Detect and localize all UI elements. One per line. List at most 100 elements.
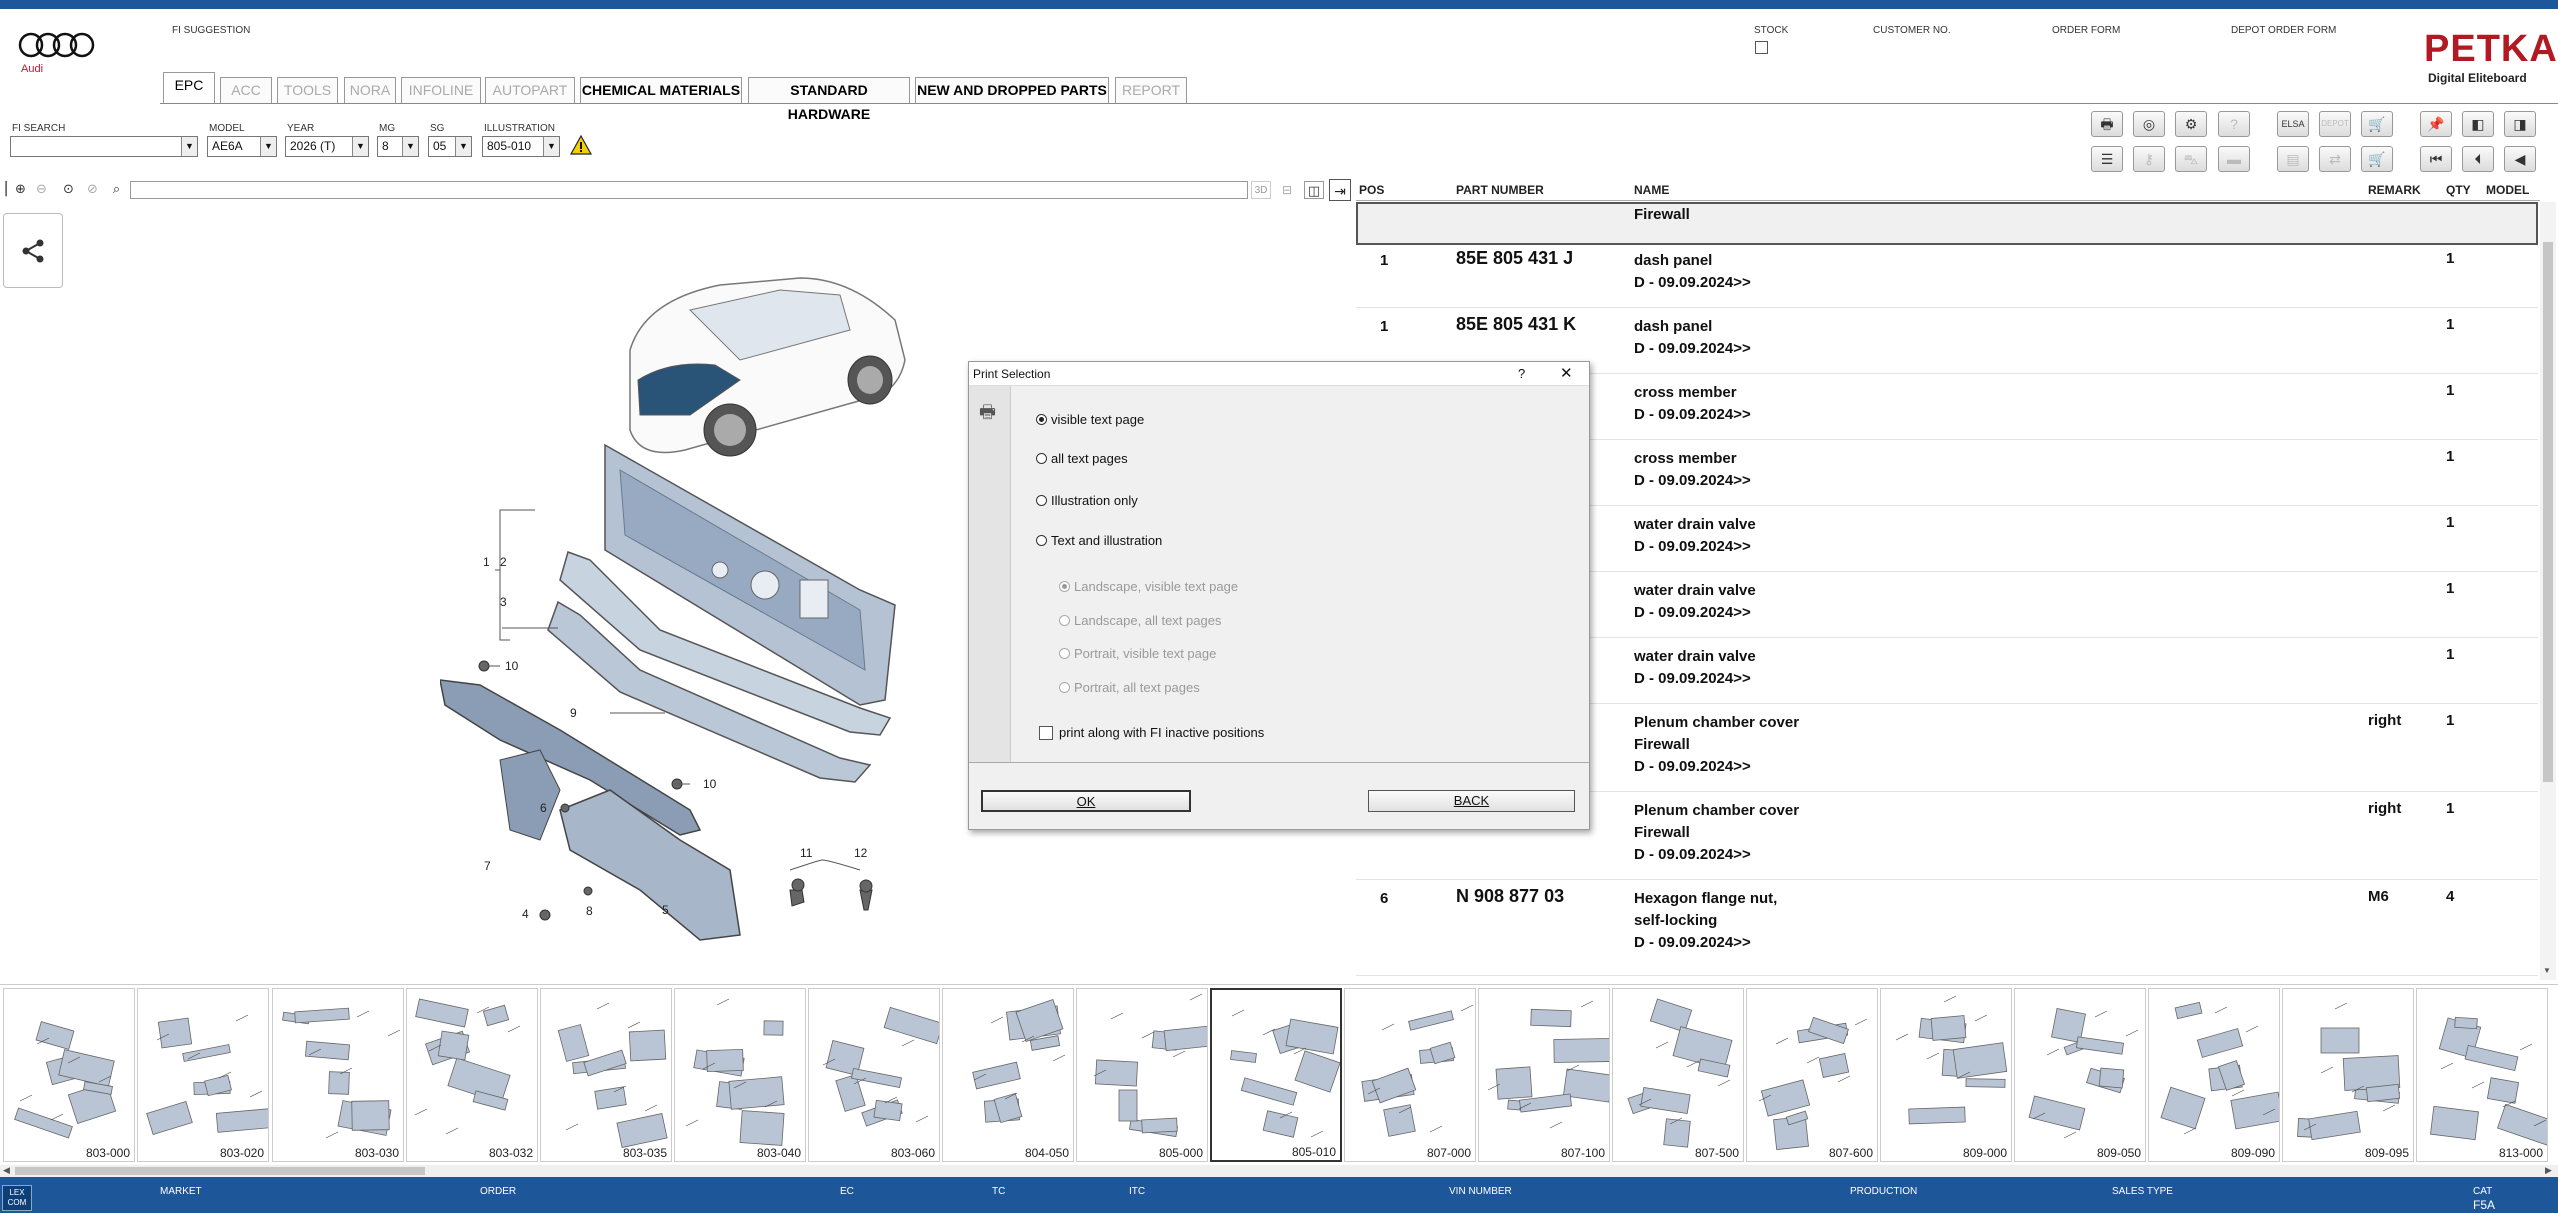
tab-tools[interactable]: TOOLS	[277, 77, 338, 103]
parts-illustration[interactable]: 1 2 3 10 9 10 6 7 8 4 5 11 12	[439, 230, 920, 950]
elsa-icon[interactable]: ELSA	[2277, 111, 2309, 137]
previous-icon[interactable]: ◀	[2504, 146, 2536, 172]
thumbnail-803-035[interactable]: 803-035	[540, 988, 672, 1162]
thumbnail-813-000[interactable]: 813-000	[2416, 988, 2548, 1162]
cart-add-icon[interactable]: 🛒	[2361, 146, 2393, 172]
thumbnail-807-000[interactable]: 807-000	[1344, 988, 1476, 1162]
depot-icon[interactable]: DEPOT	[2319, 111, 2351, 137]
sg-select[interactable]: 05 ▼	[428, 136, 472, 157]
car-icon[interactable]: ⛍	[2175, 146, 2207, 172]
help-icon[interactable]: ?	[1518, 366, 1525, 381]
thumbnail-807-600[interactable]: 807-600	[1746, 988, 1878, 1162]
stock-checkbox[interactable]	[1755, 41, 1768, 54]
radio	[1059, 648, 1070, 659]
tab-standard-hardware[interactable]: STANDARD HARDWARE	[748, 77, 910, 122]
thumbnail-809-095[interactable]: 809-095	[2282, 988, 2414, 1162]
fi-inactive-checkbox[interactable]	[1039, 726, 1053, 740]
thumbnail-804-050[interactable]: 804-050	[942, 988, 1074, 1162]
table-row[interactable]: 1 85E 805 431 J dash panel D - 09.09.2024…	[1356, 242, 2538, 308]
thumbnail-803-000[interactable]: 803-000	[3, 988, 135, 1162]
illustration-select[interactable]: 805-010 ▼	[482, 136, 560, 157]
tab-chemical-materials[interactable]: CHEMICAL MATERIALS	[580, 77, 742, 103]
thumbnail-807-500[interactable]: 807-500	[1612, 988, 1744, 1162]
group-title-row[interactable]: Firewall	[1356, 202, 2538, 245]
thumbnail-scrollbar-thumb[interactable]	[15, 1167, 425, 1175]
tab-report[interactable]: REPORT	[1115, 77, 1187, 103]
col-model: MODEL	[2486, 183, 2530, 197]
cart-icon[interactable]: 🛒	[2361, 111, 2393, 137]
key-icon[interactable]: ⚷	[2133, 146, 2165, 172]
minus-icon[interactable]: ▬	[2218, 146, 2250, 172]
ok-button[interactable]: OK	[981, 790, 1191, 812]
tab-acc[interactable]: ACC	[220, 77, 272, 103]
doc-compare-icon[interactable]: ▤	[2277, 146, 2309, 172]
fi-inactive-checkbox-row[interactable]: print along with FI inactive positions	[1039, 725, 1264, 740]
thumbnail-803-032[interactable]: 803-032	[406, 988, 538, 1162]
zoom-reset-icon[interactable]: ⊘	[84, 179, 101, 199]
option-landscape-visible[interactable]: Landscape, visible text page	[1059, 579, 1238, 594]
thumbnail-809-090[interactable]: 809-090	[2148, 988, 2280, 1162]
first-page-icon[interactable]: ⏮	[2420, 146, 2452, 172]
option-illustration-only[interactable]: Illustration only	[1036, 493, 1138, 508]
model-select[interactable]: AE6A ▼	[207, 136, 277, 157]
search-part-icon[interactable]: ◎	[2133, 111, 2165, 137]
option-text-and-illustration[interactable]: Text and illustration	[1036, 533, 1162, 548]
dual-pane-icon[interactable]: ◫	[1304, 181, 1324, 199]
previous-page-icon[interactable]: ⏴	[2462, 146, 2494, 172]
thumbnail-809-050[interactable]: 809-050	[2014, 988, 2146, 1162]
transfer-icon[interactable]: ⇄	[2319, 146, 2351, 172]
table-scrollbar[interactable]: ▼	[2540, 202, 2556, 980]
thumbnail-805-000[interactable]: 805-000	[1076, 988, 1208, 1162]
chevron-down-icon: ▼	[543, 137, 559, 156]
search-icon[interactable]: ⌕	[108, 179, 125, 199]
thumbnail-label: 807-100	[1560, 1146, 1605, 1160]
thumbnail-807-100[interactable]: 807-100	[1478, 988, 1610, 1162]
zoom-fit-icon[interactable]: ⊙	[60, 179, 77, 199]
list-view-icon[interactable]: ☰	[2091, 146, 2123, 172]
scroll-left-icon[interactable]: ◀	[3, 1165, 10, 1176]
thumbnail-805-010[interactable]: 805-010	[1210, 988, 1342, 1162]
warning-icon[interactable]	[569, 134, 593, 161]
tab-autopart[interactable]: AUTOPART	[485, 77, 575, 103]
thumbnail-803-060[interactable]: 803-060	[808, 988, 940, 1162]
scroll-down-icon[interactable]: ▼	[2543, 966, 2551, 975]
vehicle-data-icon[interactable]: ⚙	[2175, 111, 2207, 137]
thumbnail-803-040[interactable]: 803-040	[674, 988, 806, 1162]
thumbnail-label: 809-000	[1962, 1146, 2007, 1160]
option-portrait-all[interactable]: Portrait, all text pages	[1059, 680, 1200, 695]
close-icon[interactable]: ✕	[1560, 364, 1573, 382]
pin-icon[interactable]: 📌	[2420, 111, 2452, 137]
share-button[interactable]	[3, 213, 63, 288]
scroll-right-icon[interactable]: ▶	[2545, 1165, 2552, 1176]
table-row[interactable]: 6 N 908 877 03 Hexagon flange nut, self-l…	[1356, 880, 2538, 976]
toggle-3d-button[interactable]: 3D	[1251, 181, 1271, 199]
thumbnail-803-020[interactable]: 803-020	[137, 988, 269, 1162]
zoom-in-icon[interactable]: ⊕	[12, 179, 29, 199]
tab-nora[interactable]: NORA	[344, 77, 396, 103]
fi-search-select[interactable]: ▼	[10, 136, 198, 157]
tab-new-and-dropped-parts[interactable]: NEW AND DROPPED PARTS	[915, 77, 1109, 103]
print-icon[interactable]: 🖶	[2091, 111, 2123, 137]
thumbnail-803-030[interactable]: 803-030	[272, 988, 404, 1162]
option-all-text-pages[interactable]: all text pages	[1036, 451, 1128, 466]
thumbnail-809-000[interactable]: 809-000	[1880, 988, 2012, 1162]
page-forward-icon[interactable]: ◨	[2504, 111, 2536, 137]
option-landscape-all[interactable]: Landscape, all text pages	[1059, 613, 1221, 628]
option-portrait-visible[interactable]: Portrait, visible text page	[1059, 646, 1216, 661]
zoom-out-icon[interactable]: ⊖	[33, 179, 50, 199]
page-back-icon[interactable]: ◧	[2462, 111, 2494, 137]
radio-selected	[1059, 581, 1070, 592]
split-view-icon[interactable]: ⊟	[1276, 181, 1298, 199]
thumbnail-label: 803-000	[85, 1146, 130, 1160]
tab-epc[interactable]: EPC	[163, 72, 215, 103]
mg-select[interactable]: 8 ▼	[377, 136, 419, 157]
table-scrollbar-thumb[interactable]	[2543, 242, 2553, 782]
option-visible-text-page[interactable]: visible text page	[1036, 412, 1144, 427]
help-query-icon[interactable]: ?	[2218, 111, 2250, 137]
illustration-search-field[interactable]	[130, 181, 1248, 199]
thumbnail-scrollbar[interactable]: ◀ ▶	[0, 1165, 2558, 1177]
tab-infoline[interactable]: INFOLINE	[401, 77, 481, 103]
expand-panel-icon[interactable]: ⇥	[1329, 179, 1351, 201]
year-select[interactable]: 2026 (T) ▼	[285, 136, 369, 157]
back-button[interactable]: BACK	[1368, 790, 1575, 812]
